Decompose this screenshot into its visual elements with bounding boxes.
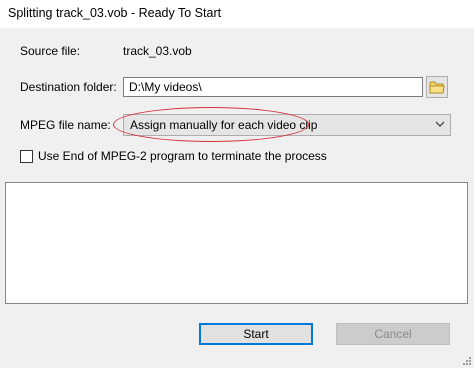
progress-log-area[interactable]: [5, 182, 468, 304]
cancel-button[interactable]: Cancel: [336, 323, 450, 345]
mpeg-file-name-selected: Assign manually for each video clip: [130, 118, 318, 132]
use-end-of-program-label[interactable]: Use End of MPEG-2 program to terminate t…: [38, 149, 327, 163]
destination-folder-value: D:\My videos\: [129, 80, 202, 94]
use-end-of-program-checkbox[interactable]: [20, 150, 33, 163]
window-title: Splitting track_03.vob - Ready To Start: [8, 6, 222, 20]
folder-icon: [429, 81, 445, 94]
title-bar: Splitting track_03.vob - Ready To Start: [0, 0, 474, 28]
resize-grip-icon[interactable]: [460, 354, 472, 366]
mpeg-file-name-label: MPEG file name:: [20, 118, 111, 132]
chevron-down-icon: [435, 121, 445, 127]
destination-folder-label: Destination folder:: [20, 80, 117, 94]
destination-folder-input[interactable]: D:\My videos\: [123, 77, 423, 97]
source-file-label: Source file:: [20, 44, 81, 58]
browse-folder-button[interactable]: [426, 76, 448, 98]
start-button[interactable]: Start: [199, 323, 313, 345]
mpeg-file-name-select[interactable]: Assign manually for each video clip: [123, 114, 451, 136]
source-file-value: track_03.vob: [123, 44, 192, 58]
